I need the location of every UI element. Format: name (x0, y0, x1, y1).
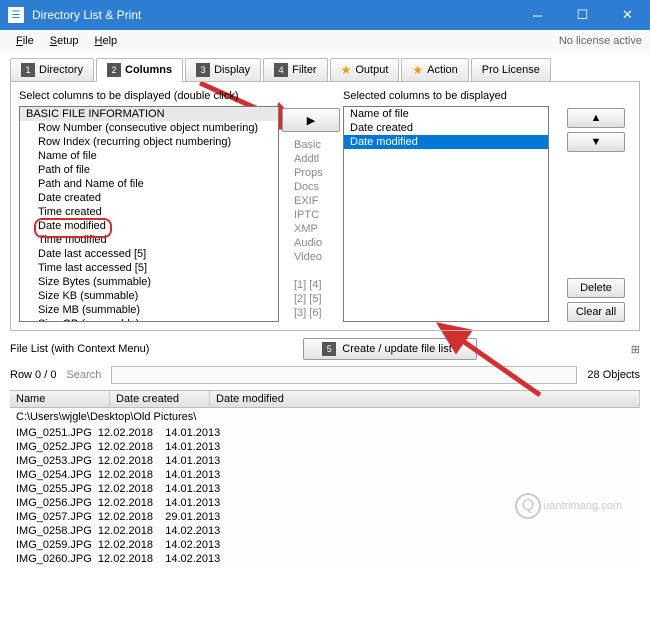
category-label: [1] [4] (294, 278, 328, 292)
objects-count: 28 Objects (587, 369, 640, 381)
filelist-label: File List (with Context Menu) (10, 343, 149, 355)
col-name[interactable]: Name (10, 391, 110, 407)
tab-display[interactable]: 3Display (185, 58, 261, 82)
list-item[interactable]: Name of file (20, 149, 278, 163)
list-item[interactable]: Time modified (20, 233, 278, 247)
list-item[interactable]: Row Number (consecutive object numbering… (20, 121, 278, 135)
col-date-modified[interactable]: Date modified (210, 391, 640, 407)
tab-action[interactable]: ★Action (401, 58, 468, 82)
list-item[interactable]: Name of file (344, 107, 548, 121)
list-item[interactable]: Date created (344, 121, 548, 135)
minimize-button[interactable]: ─ (515, 0, 560, 30)
category-label: XMP (294, 222, 328, 236)
list-item[interactable]: Time created (20, 205, 278, 219)
filter-row: Row 0 / 0 Search 28 Objects (0, 364, 650, 390)
list-item[interactable]: Date last accessed [5] (20, 247, 278, 261)
row-counter: Row 0 / 0 (10, 369, 56, 381)
tab-strip: 1Directory 2Columns 3Display 4Filter ★Ou… (0, 52, 650, 82)
list-item[interactable]: Size KB (summable) (20, 289, 278, 303)
menu-help[interactable]: Help (87, 33, 126, 49)
grid-header: Name Date created Date modified (10, 390, 640, 408)
window-title: Directory List & Print (32, 8, 515, 22)
tab-pro-license[interactable]: Pro License (471, 58, 551, 82)
list-item[interactable]: Date created (20, 191, 278, 205)
available-columns-list[interactable]: BASIC FILE INFORMATIONRow Number (consec… (19, 106, 279, 322)
create-update-button[interactable]: 5 Create / update file list ! (303, 338, 477, 360)
table-row[interactable]: IMG_0258.JPG 12.02.2018 14.02.2013 (10, 524, 640, 538)
tab-columns[interactable]: 2Columns (96, 58, 183, 82)
category-label: Video (294, 250, 328, 264)
category-label (294, 264, 328, 278)
category-label: Audio (294, 236, 328, 250)
menu-setup[interactable]: Setup (42, 33, 87, 49)
category-label: Addtl (294, 152, 328, 166)
move-down-button[interactable]: ▼ (567, 132, 625, 152)
delete-button[interactable]: Delete (567, 278, 625, 298)
menubar: File Setup Help No license active (0, 30, 650, 52)
table-row[interactable]: IMG_0251.JPG 12.02.2018 14.01.2013 (10, 426, 640, 440)
license-status: No license active (559, 35, 642, 47)
list-item[interactable]: Size Bytes (summable) (20, 275, 278, 289)
table-row[interactable]: IMG_0257.JPG 12.02.2018 29.01.2013 (10, 510, 640, 524)
list-group-header: BASIC FILE INFORMATION (20, 107, 278, 121)
col-date-created[interactable]: Date created (110, 391, 210, 407)
list-item[interactable]: Row Index (recurring object numbering) (20, 135, 278, 149)
table-row[interactable]: IMG_0255.JPG 12.02.2018 14.01.2013 (10, 482, 640, 496)
config-icon[interactable]: ⊞ (631, 343, 640, 356)
tab-filter[interactable]: 4Filter (263, 58, 327, 82)
list-item[interactable]: Path of file (20, 163, 278, 177)
list-item[interactable]: Time last accessed [5] (20, 261, 278, 275)
table-row[interactable]: IMG_0253.JPG 12.02.2018 14.01.2013 (10, 454, 640, 468)
table-row[interactable]: IMG_0252.JPG 12.02.2018 14.01.2013 (10, 440, 640, 454)
list-item[interactable]: Date modified (20, 219, 278, 233)
clear-all-button[interactable]: Clear all (567, 302, 625, 322)
filelist-header: File List (with Context Menu) 5 Create /… (0, 332, 650, 364)
close-button[interactable]: ✕ (605, 0, 650, 30)
maximize-button[interactable]: ☐ (560, 0, 605, 30)
list-item[interactable]: Size MB (summable) (20, 303, 278, 317)
add-column-button[interactable]: ▶ (282, 108, 340, 132)
columns-panel: Select columns to be displayed (double c… (10, 81, 640, 331)
column-category-labels: BasicAddtlPropsDocsEXIFIPTCXMPAudioVideo… (294, 138, 328, 320)
category-label: EXIF (294, 194, 328, 208)
tab-directory[interactable]: 1Directory (10, 58, 94, 82)
titlebar: ☰ Directory List & Print ─ ☐ ✕ (0, 0, 650, 30)
table-row[interactable]: IMG_0256.JPG 12.02.2018 14.01.2013 (10, 496, 640, 510)
star-icon: ★ (341, 63, 352, 77)
list-item[interactable]: Date modified (344, 135, 548, 149)
file-grid[interactable]: C:\Users\wjgle\Desktop\Old Pictures\IMG_… (10, 408, 640, 568)
category-label: [3] [6] (294, 306, 328, 320)
move-up-button[interactable]: ▲ (567, 108, 625, 128)
selected-columns-list[interactable]: Name of fileDate createdDate modified (343, 106, 549, 322)
play-icon: ▶ (307, 114, 315, 127)
list-item[interactable]: Path and Name of file (20, 177, 278, 191)
star-icon: ★ (412, 63, 423, 77)
selected-columns-label: Selected columns to be displayed (343, 90, 549, 102)
available-columns-label: Select columns to be displayed (double c… (19, 90, 279, 102)
table-row[interactable]: IMG_0268.JPG 12.02.2018 26.02.2013 (10, 566, 640, 568)
category-label: IPTC (294, 208, 328, 222)
path-row: C:\Users\wjgle\Desktop\Old Pictures\ (10, 408, 640, 426)
table-row[interactable]: IMG_0259.JPG 12.02.2018 14.02.2013 (10, 538, 640, 552)
search-label: Search (66, 369, 101, 381)
category-label: Basic (294, 138, 328, 152)
tab-output[interactable]: ★Output (330, 58, 400, 82)
category-label: [2] [5] (294, 292, 328, 306)
app-icon: ☰ (8, 7, 24, 23)
table-row[interactable]: IMG_0260.JPG 12.02.2018 14.02.2013 (10, 552, 640, 566)
table-row[interactable]: IMG_0254.JPG 12.02.2018 14.01.2013 (10, 468, 640, 482)
list-item[interactable]: Size GB (summable) (20, 317, 278, 322)
menu-file[interactable]: File (8, 33, 42, 49)
search-input[interactable] (111, 366, 577, 384)
category-label: Props (294, 166, 328, 180)
category-label: Docs (294, 180, 328, 194)
